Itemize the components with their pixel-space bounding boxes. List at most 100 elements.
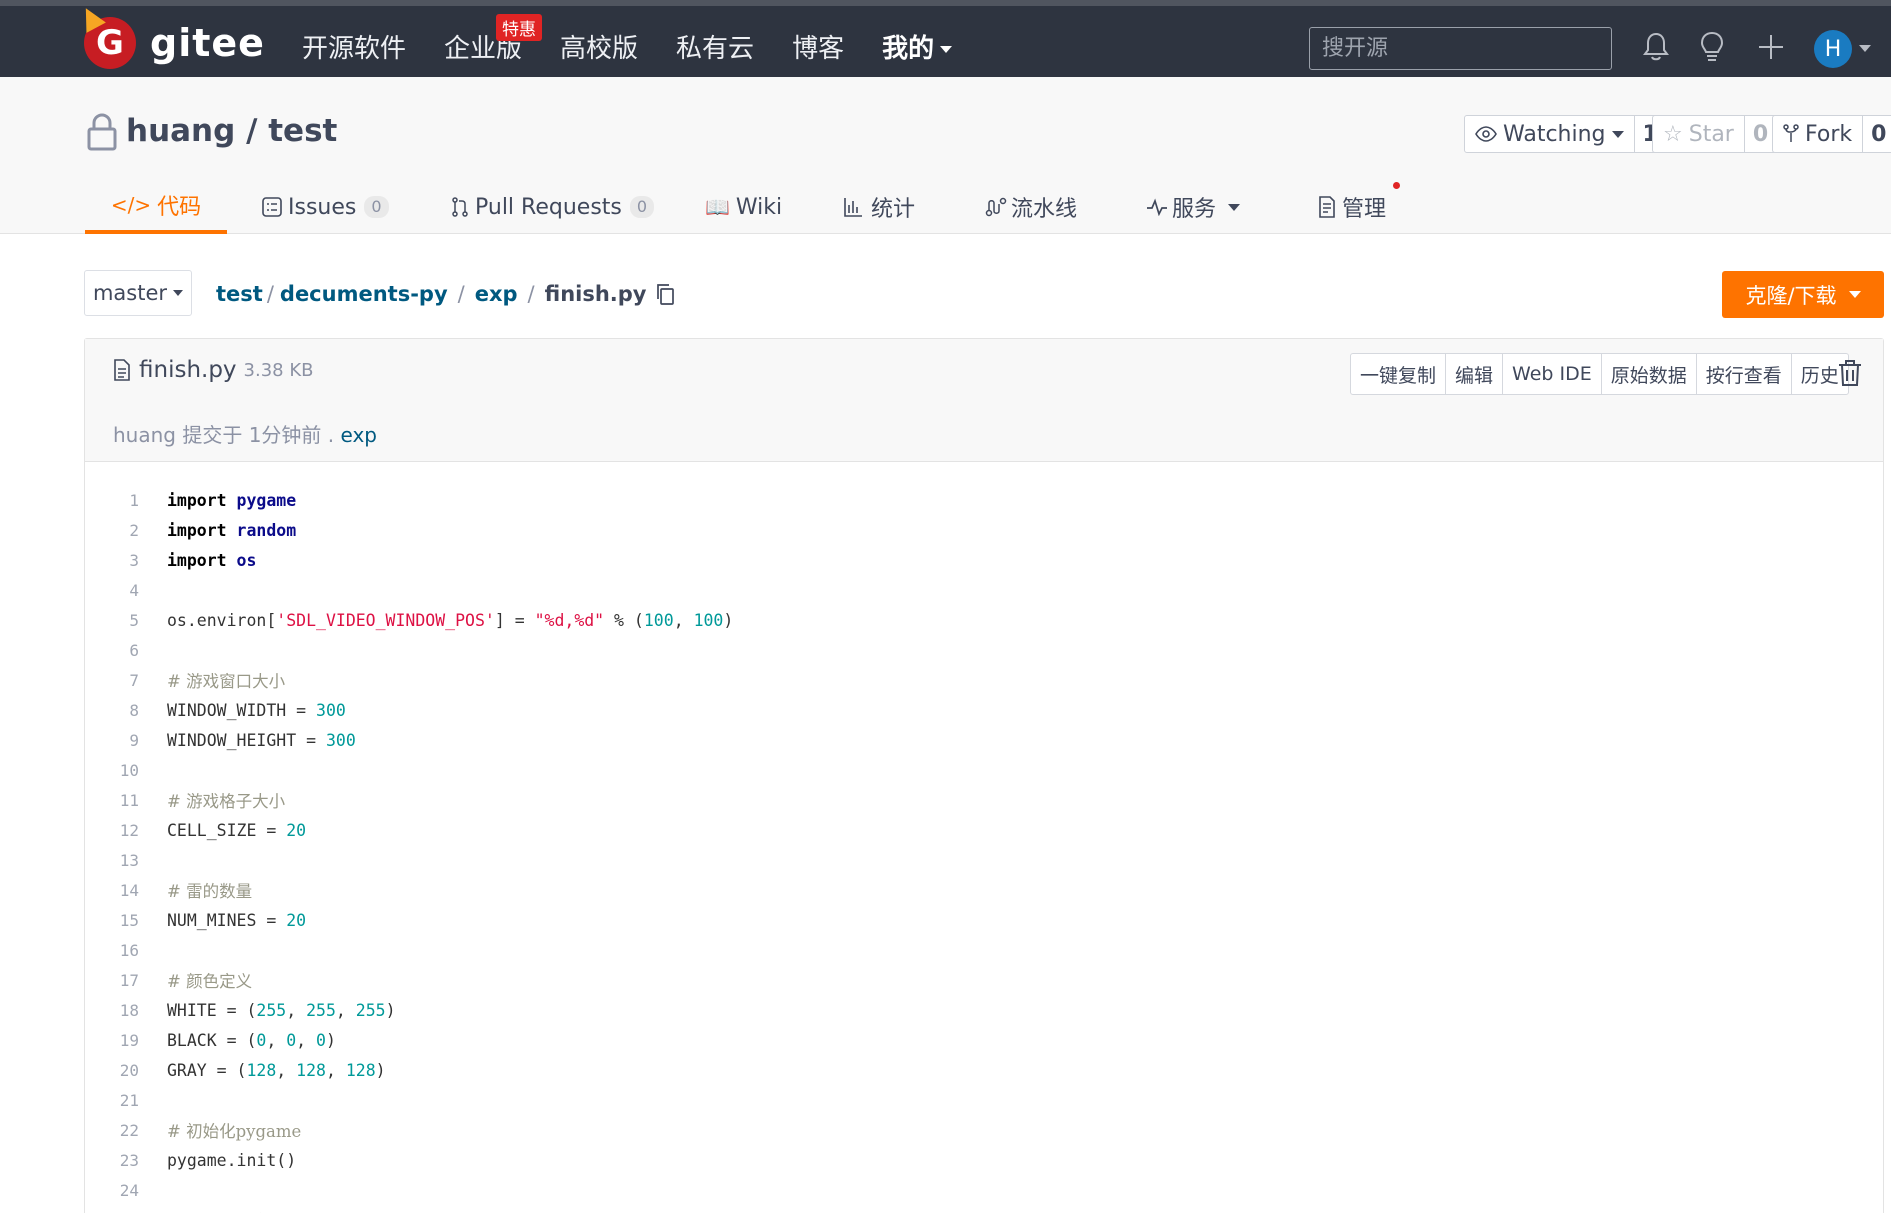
line-number[interactable]: 7 [85, 671, 139, 690]
line-number[interactable]: 14 [85, 881, 139, 900]
code-line: 8 WINDOW_WIDTH = 300 [85, 695, 1883, 725]
line-number[interactable]: 5 [85, 611, 139, 630]
line-number[interactable]: 17 [85, 971, 139, 990]
commit-author[interactable]: huang [113, 423, 176, 447]
line-number[interactable]: 12 [85, 821, 139, 840]
line-number[interactable]: 15 [85, 911, 139, 930]
code-text: WINDOW_WIDTH = 300 [167, 701, 346, 720]
line-number[interactable]: 11 [85, 791, 139, 810]
line-number[interactable]: 2 [85, 521, 139, 540]
nav-blog[interactable]: 博客 [792, 28, 844, 65]
raw-button[interactable]: 原始数据 [1602, 354, 1697, 394]
code-token: WINDOW_WIDTH = [167, 700, 317, 720]
tab-stats[interactable]: 统计 [843, 180, 915, 234]
nav-mine-dropdown[interactable]: 我的 [882, 28, 953, 65]
tab-manage[interactable]: 管理 [1318, 180, 1386, 234]
star-group: ☆ Star 0 [1652, 115, 1778, 153]
search-input[interactable] [1309, 27, 1612, 70]
chevron-down-icon [173, 290, 184, 296]
code-token: , [335, 1000, 356, 1020]
gitee-logo[interactable]: G gitee [76, 3, 265, 72]
promo-badge: 特惠 [496, 14, 542, 41]
copy-icon[interactable] [655, 283, 675, 305]
code-token: 128 [246, 1060, 277, 1080]
line-number[interactable]: 18 [85, 1001, 139, 1020]
tab-pipeline[interactable]: 流水线 [985, 180, 1077, 234]
lock-icon [87, 113, 117, 151]
branch-selector[interactable]: master [84, 270, 192, 316]
nav-open-source[interactable]: 开源软件 [302, 28, 406, 65]
code-token: 20 [286, 910, 307, 930]
chevron-down-icon [940, 46, 953, 53]
user-avatar[interactable]: H [1814, 30, 1852, 68]
code-token: import [167, 490, 237, 510]
avatar-caret-icon[interactable] [1859, 45, 1871, 52]
edit-button[interactable]: 编辑 [1446, 354, 1504, 394]
code-line: 1 import pygame [85, 485, 1883, 515]
code-text: # 创建游戏窗口 [167, 1208, 285, 1213]
line-number[interactable]: 21 [85, 1091, 139, 1110]
line-number[interactable]: 13 [85, 851, 139, 870]
fork-button[interactable]: Fork [1773, 116, 1864, 152]
line-number[interactable]: 6 [85, 641, 139, 660]
nav-university[interactable]: 高校版 [560, 28, 638, 65]
line-number[interactable]: 3 [85, 551, 139, 570]
breadcrumb-folder-2[interactable]: exp [475, 282, 518, 306]
top-navbar: G gitee 开源软件 企业版 高校版 私有云 博客 我的 特惠 H [0, 0, 1891, 77]
tab-issues[interactable]: Issues 0 [262, 180, 389, 234]
line-number[interactable]: 23 [85, 1151, 139, 1170]
plus-icon[interactable] [1755, 30, 1787, 64]
tab-wiki[interactable]: 📖 Wiki [705, 180, 782, 234]
blame-button[interactable]: 按行查看 [1697, 354, 1792, 394]
pipeline-icon [985, 197, 1007, 217]
pulse-icon [1147, 198, 1167, 216]
line-number[interactable]: 19 [85, 1031, 139, 1050]
line-number[interactable]: 22 [85, 1121, 139, 1140]
code-token: # 游戏窗口大小 [167, 672, 286, 691]
tab-pull-requests[interactable]: Pull Requests 0 [451, 180, 655, 234]
trash-icon[interactable] [1837, 359, 1863, 387]
code-view: 1 import pygame 2 import random 3 import os 4 5… [85, 485, 1883, 1213]
star-button[interactable]: ☆ Star [1653, 116, 1745, 152]
copy-all-button[interactable]: 一键复制 [1351, 354, 1447, 394]
code-line: 16 [85, 935, 1883, 965]
line-number[interactable]: 10 [85, 761, 139, 780]
line-number[interactable]: 20 [85, 1061, 139, 1080]
code-text: NUM_MINES = 20 [167, 911, 306, 930]
lightbulb-icon[interactable] [1696, 30, 1728, 64]
code-token: , [286, 1000, 307, 1020]
commit-message-link[interactable]: exp [341, 423, 377, 447]
watch-button[interactable]: Watching [1465, 116, 1635, 152]
line-number[interactable]: 9 [85, 731, 139, 750]
pull-request-icon [452, 197, 468, 217]
line-number[interactable]: 8 [85, 701, 139, 720]
fork-label: Fork [1805, 121, 1853, 147]
breadcrumb: test / decuments-py / exp / finish.py [216, 282, 675, 306]
fork-count[interactable]: 0 [1863, 116, 1891, 152]
line-number[interactable]: 16 [85, 941, 139, 960]
code-token: random [236, 520, 297, 540]
breadcrumb-repo[interactable]: test [216, 282, 263, 306]
breadcrumb-folder-1[interactable]: decuments-py [280, 282, 448, 306]
line-number[interactable]: 24 [85, 1181, 139, 1200]
clone-download-button[interactable]: 克隆/下载 [1722, 271, 1884, 318]
bell-icon[interactable] [1640, 30, 1672, 64]
line-number[interactable]: 4 [85, 581, 139, 600]
project-title[interactable]: huang / test [126, 113, 337, 149]
file-name: finish.py [139, 357, 237, 383]
nav-private-cloud[interactable]: 私有云 [676, 28, 754, 65]
code-line: 7 # 游戏窗口大小 [85, 665, 1883, 695]
tab-services[interactable]: 服务 [1146, 180, 1241, 234]
line-number[interactable]: 1 [85, 491, 139, 510]
tab-manage-label: 管理 [1342, 197, 1387, 222]
code-token: import [167, 550, 237, 570]
web-ide-button[interactable]: Web IDE [1503, 354, 1602, 394]
code-token: 128 [345, 1060, 376, 1080]
code-icon: </> [110, 193, 152, 217]
breadcrumb-current-file: finish.py [544, 282, 647, 306]
tab-code[interactable]: </> 代码 [85, 180, 227, 234]
code-line: 18 WHITE = (255, 255, 255) [85, 995, 1883, 1025]
breadcrumb-separator: / [266, 282, 274, 306]
code-text: import pygame [167, 491, 296, 510]
fork-icon [1783, 124, 1799, 142]
